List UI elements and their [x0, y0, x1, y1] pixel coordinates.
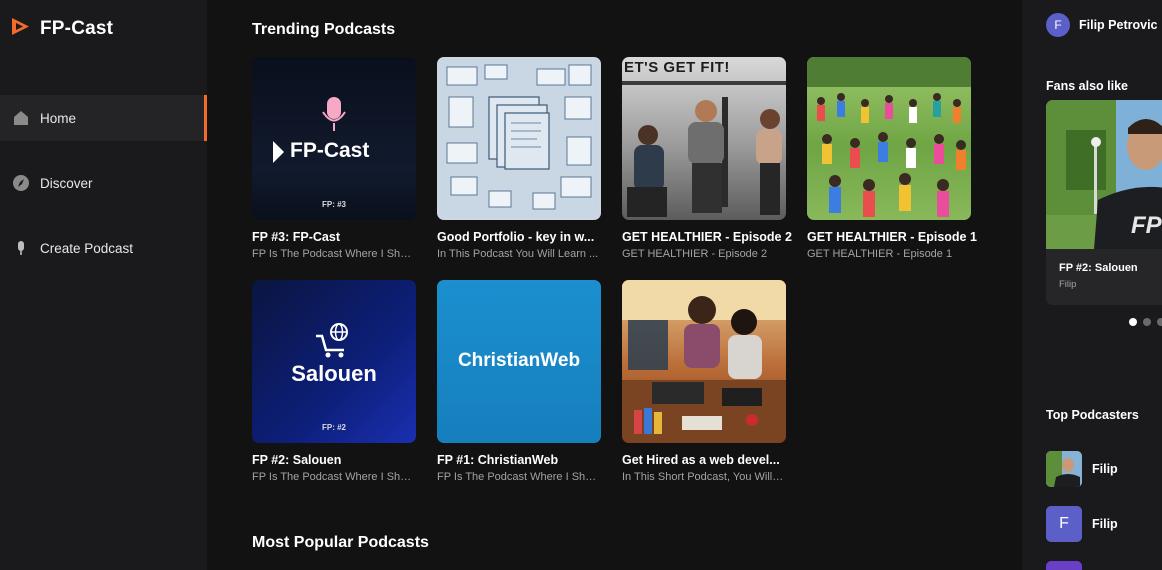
right-panel: F Filip Petrovic Fans also like FP FP #2…: [1022, 0, 1162, 570]
carousel-dot[interactable]: [1157, 318, 1162, 326]
podcast-card[interactable]: ChristianWeb FP #1: ChristianWeb FP Is T…: [437, 280, 601, 483]
sidebar-item-label: Home: [40, 110, 77, 126]
card-title: Get Hired as a web devel...: [622, 453, 780, 467]
cover-title: ChristianWeb: [457, 350, 581, 371]
podcast-card[interactable]: Salouen FP: #2 FP #2: Salouen FP Is The …: [252, 280, 416, 483]
podcast-card[interactable]: Good Portfolio - key in w... In This Pod…: [437, 57, 601, 260]
avatar: F: [1046, 506, 1082, 542]
home-icon: [12, 109, 30, 127]
podcast-cover: Salouen FP: #2: [252, 280, 416, 443]
podcast-card[interactable]: Get Hired as a web devel... In This Shor…: [622, 280, 786, 483]
fans-also-like-title: Fans also like: [1046, 79, 1128, 93]
user-profile[interactable]: F Filip Petrovic: [1046, 13, 1158, 37]
card-subtitle: GET HEALTHIER - Episode 1: [807, 248, 953, 260]
sidebar-item-label: Discover: [40, 175, 93, 191]
user-name: Filip Petrovic: [1079, 18, 1158, 32]
app-name: FP-Cast: [40, 18, 114, 39]
podcast-card[interactable]: ET'S GET FIT! GET HEALTHIER - Episode 2 …: [622, 57, 792, 260]
cover-title: FP-Cast: [290, 139, 370, 162]
card-subtitle: In This Short Podcast, You Will L...: [622, 471, 786, 483]
app-logo[interactable]: FP-Cast: [10, 16, 113, 42]
fan-card-subtitle: Filip: [1059, 279, 1077, 290]
podcast-cover: [622, 280, 786, 443]
card-title: FP #2: Salouen: [252, 453, 342, 467]
avatar: [1046, 451, 1082, 487]
fan-card[interactable]: FP FP #2: Salouen Filip: [1046, 100, 1162, 305]
card-subtitle: GET HEALTHIER - Episode 2: [622, 248, 768, 260]
podcaster-item-partial[interactable]: [1046, 561, 1082, 570]
card-title: GET HEALTHIER - Episode 2: [622, 230, 792, 244]
podcaster-name: Filip: [1092, 517, 1118, 531]
card-subtitle: In This Podcast You Will Learn ...: [437, 248, 599, 260]
avatar: F: [1046, 13, 1070, 37]
sidebar-item-label: Create Podcast: [40, 240, 134, 256]
podcast-cover: ChristianWeb: [437, 280, 601, 443]
card-title: GET HEALTHIER - Episode 1: [807, 230, 977, 244]
carousel-dot[interactable]: [1143, 318, 1151, 326]
podcast-cover: [437, 57, 601, 220]
sidebar: FP-Cast Home Discover Create Podcast: [0, 0, 207, 570]
fan-card-art-text: FP: [1131, 212, 1162, 239]
podcaster-item[interactable]: Filip: [1046, 451, 1118, 487]
podcast-cover: ET'S GET FIT!: [622, 57, 786, 220]
sidebar-item-create-podcast[interactable]: Create Podcast: [0, 225, 207, 271]
carousel-dot-active[interactable]: [1129, 318, 1137, 326]
fan-card-title: FP #2: Salouen: [1059, 262, 1138, 274]
compass-icon: [12, 174, 30, 192]
carousel-dots: [1129, 318, 1162, 326]
card-subtitle: FP Is The Podcast Where I Share...: [252, 248, 416, 260]
trending-title: Trending Podcasts: [252, 21, 396, 38]
card-subtitle: FP Is The Podcast Where I Share...: [437, 471, 601, 483]
top-podcasters-title: Top Podcasters: [1046, 408, 1139, 422]
most-popular-title: Most Popular Podcasts: [252, 534, 429, 551]
play-logo-icon: [10, 16, 31, 42]
podcast-card[interactable]: FP-Cast FP: #3 FP #3: FP-Cast FP Is The …: [252, 57, 416, 260]
microphone-icon: [12, 239, 30, 257]
cover-badge: FP: #3: [321, 200, 346, 209]
sidebar-item-home[interactable]: Home: [0, 95, 207, 141]
card-subtitle: FP Is The Podcast Where I Share...: [252, 471, 416, 483]
card-title: Good Portfolio - key in w...: [437, 230, 595, 244]
podcaster-item[interactable]: F Filip: [1046, 506, 1118, 542]
card-title: FP #3: FP-Cast: [252, 230, 340, 244]
fan-card-info: FP #2: Salouen Filip: [1046, 249, 1162, 305]
main-content: Trending Podcasts FP-Cast FP: #3 FP #3: …: [207, 0, 1022, 570]
cover-title: Salouen: [291, 361, 377, 386]
podcast-card[interactable]: GET HEALTHIER - Episode 1 GET HEALTHIER …: [807, 57, 977, 260]
cover-badge: FP: #2: [321, 423, 346, 432]
sidebar-item-discover[interactable]: Discover: [0, 160, 207, 206]
podcaster-name: Filip: [1092, 462, 1118, 476]
podcast-cover: [807, 57, 971, 220]
card-title: FP #1: ChristianWeb: [437, 453, 559, 467]
podcast-cover: FP-Cast FP: #3: [252, 57, 416, 220]
